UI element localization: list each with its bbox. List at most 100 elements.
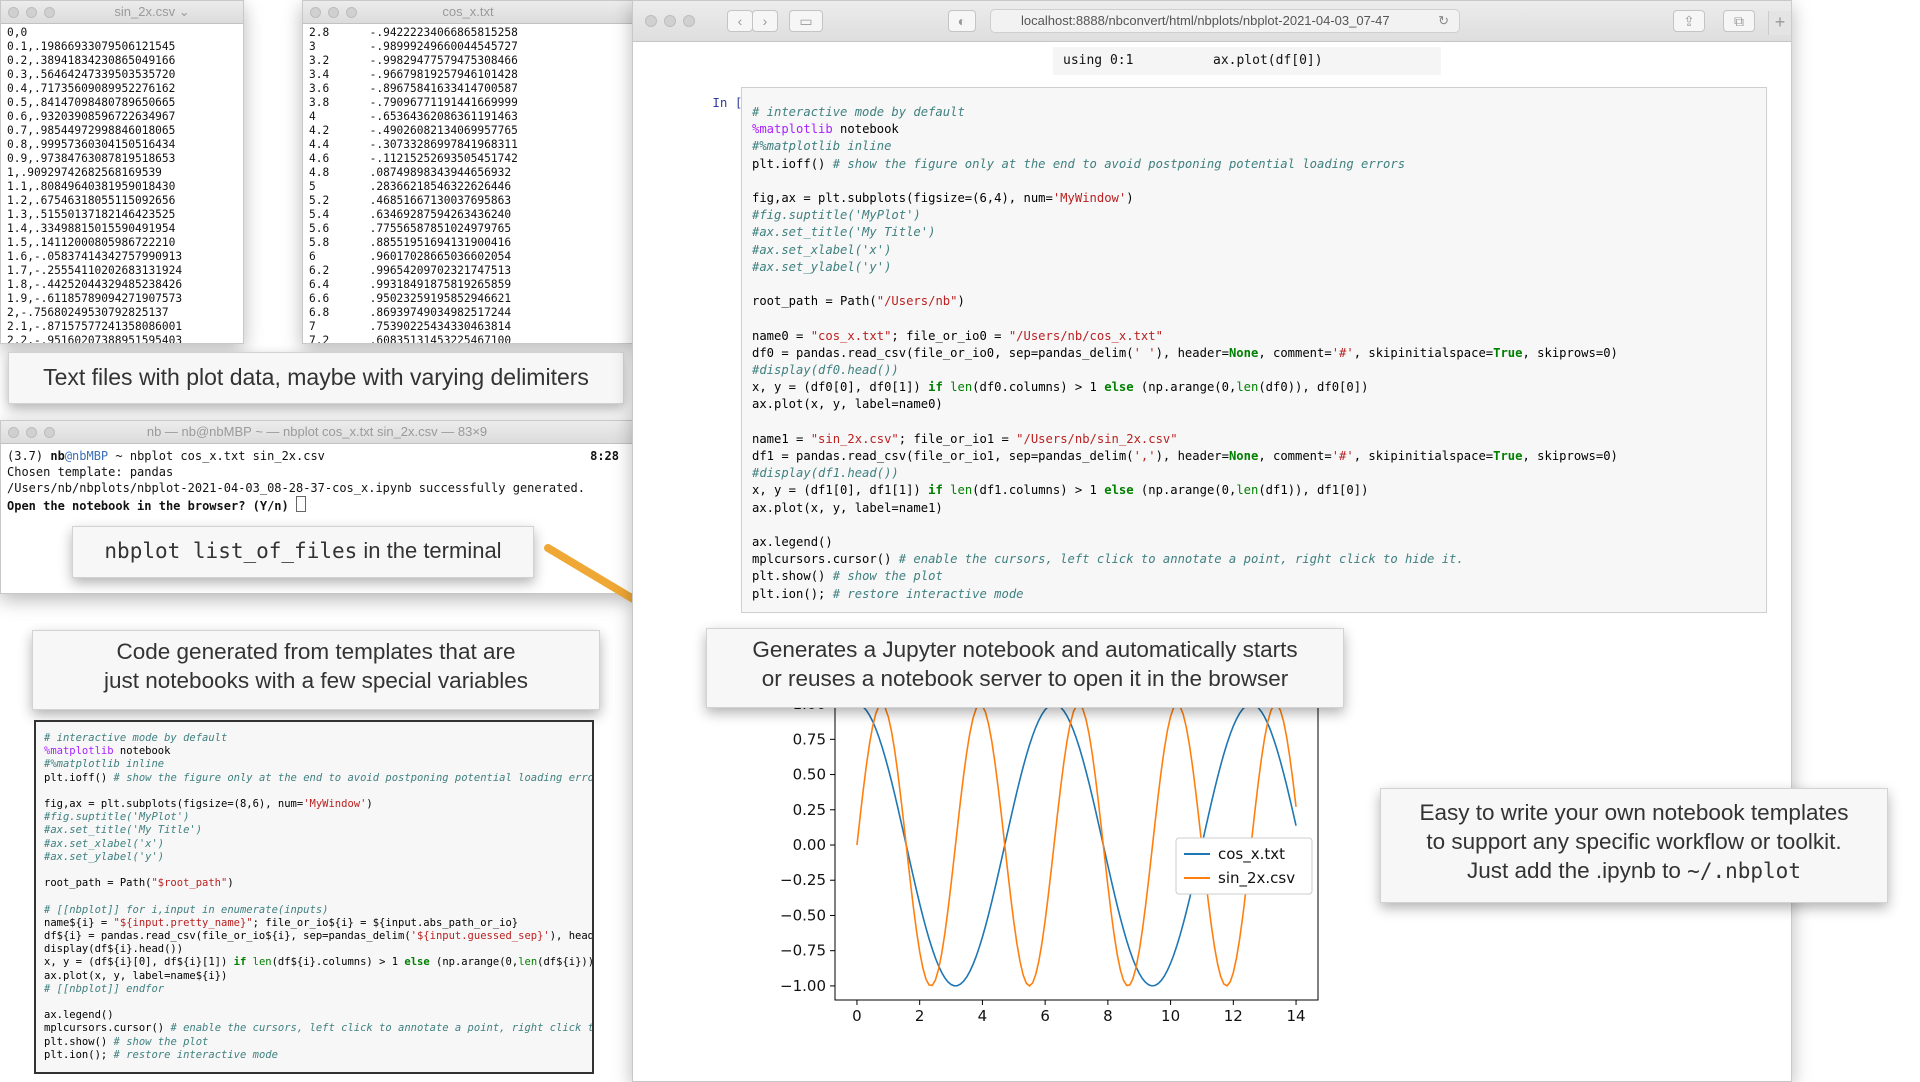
file-line: 3.6 -.89675841633414700587: [309, 82, 518, 95]
file-line: 1.8,-.44252044329485238426: [7, 278, 183, 291]
y-tick-label: 0.00: [793, 836, 826, 854]
file-line: 2,-.75680249530792825137: [7, 306, 169, 319]
x-tick-label: 2: [915, 1007, 925, 1025]
template-code-panel: # interactive mode by default %matplotlib…: [34, 720, 594, 1074]
code-line: #ax.set_ylabel('y'): [752, 259, 892, 274]
terminal-titlebar[interactable]: nb — nb@nbMBP ~ — nbplot cos_x.txt sin_2…: [1, 421, 633, 444]
file-line: 4.8 .08749898343944656932: [309, 166, 512, 179]
privacy-button[interactable]: ◐: [948, 10, 976, 32]
file-line: 5.2 .46851667130037695863: [309, 194, 512, 207]
address-bar[interactable]: localhost:8888/nbconvert/html/nbplots/nb…: [990, 9, 1460, 33]
callout-line: or reuses a notebook server to open it i…: [761, 666, 1289, 691]
code-line: #display(df0.head()): [752, 363, 899, 378]
file-line: 2.1,-.87157577241358086001: [7, 320, 183, 333]
line-chart[interactable]: 024681012141.000.750.500.250.00−0.25−0.5…: [760, 680, 1340, 1040]
code-line: #ax.set_title('My Title'): [44, 824, 203, 837]
file-line: 0,0: [7, 26, 28, 39]
prompt-command: ~ nbplot cos_x.txt sin_2x.csv: [108, 449, 325, 463]
previous-output: using 0:1 ax.plot(df[0]): [1053, 47, 1441, 75]
code-line: plt.show() # show the plot: [752, 569, 943, 584]
callout-text: Just add the .ipynb to: [1467, 858, 1688, 883]
callout-line: Code generated from templates that are: [116, 639, 516, 664]
callout-templates: Code generated from templates that are j…: [32, 630, 600, 710]
window-controls[interactable]: [645, 15, 695, 27]
code-line: #ax.set_xlabel('x'): [752, 242, 892, 257]
y-tick-label: 0.50: [793, 766, 826, 784]
terminal-prompt-line: (3.7) nb@nbMBP ~ nbplot cos_x.txt sin_2x…: [7, 448, 627, 464]
callout-terminal: nbplot list_of_files in the terminal: [72, 526, 534, 578]
file-line: 0.7,.98544972998846018065: [7, 124, 176, 137]
y-tick-label: 0.75: [793, 730, 826, 748]
back-button[interactable]: ‹: [727, 10, 753, 32]
cos-file-titlebar[interactable]: cos_x.txt: [303, 1, 633, 24]
file-line: 0.9,.97384763087819518653: [7, 152, 176, 165]
code-cell[interactable]: # interactive mode by default %matplotlib…: [741, 87, 1767, 613]
share-button[interactable]: ⇪: [1673, 10, 1705, 32]
callout-text-files: Text files with plot data, maybe with va…: [8, 352, 624, 404]
prev-output-left: using 0:1: [1063, 53, 1134, 68]
code-line: ax.plot(x, y, label=name0): [752, 397, 943, 412]
cos-file-window[interactable]: cos_x.txt 2.8 -.94222234066865815258 3 -.…: [302, 0, 634, 344]
file-line: 2.2,-.95160207388951595403: [7, 334, 183, 344]
sin-file-content[interactable]: 0,0 0.1,.19866933079506121545 0.2,.3894183…: [1, 24, 243, 344]
prompt-user: nb: [50, 449, 65, 463]
file-line: 4.6 -.11215252693505451742: [309, 152, 518, 165]
sin-file-titlebar[interactable]: sin_2x.csv ⌄: [1, 1, 243, 24]
file-line: 4.4 -.30733286997841968311: [309, 138, 518, 151]
cell-code[interactable]: # interactive mode by default %matplotlib…: [752, 104, 1756, 603]
terminal-output[interactable]: (3.7) nb@nbMBP ~ nbplot cos_x.txt sin_2x…: [1, 444, 633, 518]
window-title: sin_2x.csv ⌄: [114, 4, 190, 19]
file-line: 5.8 .88551951694131900416: [309, 236, 512, 249]
code-line: name1 = "sin_2x.csv"; file_or_io1 = "/Us…: [752, 431, 1178, 446]
code-line: df1 = pandas.read_csv(file_or_io1, sep=p…: [752, 449, 1618, 464]
y-tick-label: 0.25: [793, 801, 826, 819]
code-line: #fig.suptitle('MyPlot'): [44, 811, 190, 824]
callout-jupyter: Generates a Jupyter notebook and automat…: [706, 628, 1344, 708]
code-line: fig,ax = plt.subplots(figsize=(8,6), num…: [44, 798, 373, 811]
callout-mono: ~/.nbplot: [1687, 859, 1801, 883]
url-text: localhost:8888/nbconvert/html/nbplots/nb…: [1021, 13, 1390, 28]
prompt-time: 8:28: [590, 449, 619, 463]
file-line: 6.2 .99654209702321747513: [309, 264, 512, 277]
code-line: x, y = (df1[0], df1[1]) if len(df1.colum…: [752, 483, 1369, 498]
x-tick-label: 12: [1224, 1007, 1243, 1025]
window-title: cos_x.txt: [442, 4, 494, 19]
file-line: 3 -.98999249660044545727: [309, 40, 518, 53]
code-line: ax.plot(x, y, label=name${i}): [44, 969, 228, 982]
file-line: 0.2,.38941834230865049166: [7, 54, 176, 67]
new-tab-button[interactable]: +: [1768, 11, 1791, 35]
x-tick-label: 14: [1286, 1007, 1305, 1025]
code-line: df${i} = pandas.read_csv(file_or_io${i},…: [44, 930, 594, 943]
code-line: #ax.set_title('My Title'): [752, 225, 936, 240]
code-line: plt.ion(); # restore interactive mode: [752, 586, 1024, 601]
forward-button[interactable]: ›: [752, 10, 778, 32]
file-line: 0.8,.99957360304150516434: [7, 138, 176, 151]
prompt-env: (3.7): [7, 449, 51, 463]
window-controls[interactable]: [8, 7, 55, 18]
code-line: #fig.suptitle('MyPlot'): [752, 208, 921, 223]
y-tick-label: −0.50: [780, 906, 826, 924]
code-line: fig,ax = plt.subplots(figsize=(6,4), num…: [752, 191, 1134, 206]
sin-file-window[interactable]: sin_2x.csv ⌄ 0,0 0.1,.1986693307950612154…: [0, 0, 244, 344]
legend-label: sin_2x.csv: [1218, 869, 1295, 888]
code-line: root_path = Path("/Users/nb"): [752, 294, 965, 309]
code-line: #display(df1.head()): [752, 466, 899, 481]
prompt-host: @nbMBP: [64, 449, 109, 463]
tabs-button[interactable]: ⧉: [1723, 10, 1755, 32]
terminal-cursor[interactable]: [295, 496, 306, 512]
x-tick-label: 6: [1040, 1007, 1050, 1025]
file-line: 5.6 .77556587851024979765: [309, 222, 512, 235]
code-line: %matplotlib notebook: [752, 122, 899, 137]
terminal-line: /Users/nb/nbplots/nbplot-2021-04-03_08-2…: [7, 481, 585, 495]
file-line: 7.2 .60835131453225467100: [309, 334, 512, 344]
reload-icon[interactable]: ↻: [1438, 10, 1449, 32]
cos-file-content[interactable]: 2.8 -.94222234066865815258 3 -.9899924966…: [303, 24, 633, 344]
sidebar-button[interactable]: ▭: [789, 10, 823, 32]
callout-mono: nbplot list_of_files: [104, 539, 358, 563]
file-line: 6 .96017028665036602054: [309, 250, 512, 263]
